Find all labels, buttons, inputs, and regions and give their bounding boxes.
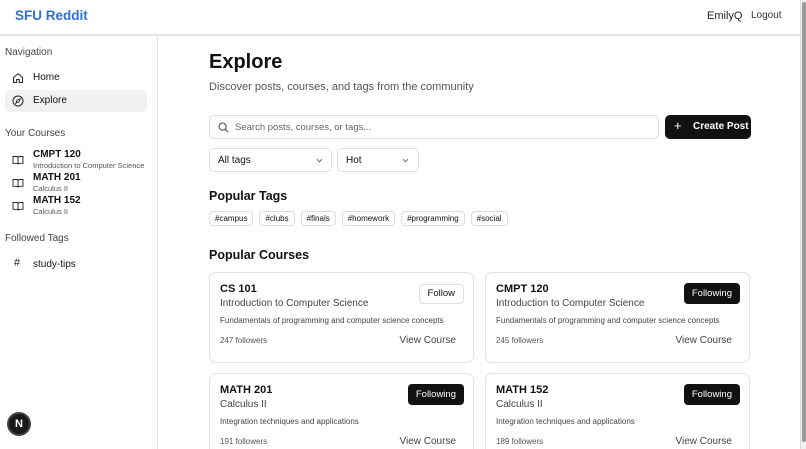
view-course-link[interactable]: View Course xyxy=(675,436,732,447)
popular-courses-heading: Popular Courses xyxy=(209,248,310,262)
tag-chip[interactable]: #social xyxy=(470,211,508,226)
sidebar-course-math152[interactable]: MATH 152 Calculus II xyxy=(5,195,157,219)
sidebar-tag-study-tips[interactable]: # study-tips xyxy=(5,254,147,276)
top-bar: SFU Reddit EmilyQ Logout xyxy=(0,0,800,36)
sidebar-course-math201[interactable]: MATH 201 Calculus II xyxy=(5,172,157,196)
page-scrollbar[interactable] xyxy=(800,0,806,449)
follower-count: 191 followers xyxy=(220,437,268,446)
follow-button[interactable]: Follow xyxy=(418,284,464,304)
tag-chip[interactable]: #homework xyxy=(341,211,396,226)
following-button[interactable]: Following xyxy=(683,283,740,304)
course-name: Calculus II xyxy=(220,399,267,410)
navigation-heading: Navigation xyxy=(5,47,53,58)
book-icon xyxy=(12,202,24,211)
course-code: CMPT 120 xyxy=(33,149,81,160)
course-code: MATH 201 xyxy=(33,172,81,183)
course-card-math201[interactable]: MATH 201 Calculus II Integration techniq… xyxy=(209,373,474,449)
book-icon xyxy=(12,179,24,188)
course-code: MATH 201 xyxy=(220,384,273,396)
course-name: Introduction to Computer Science xyxy=(220,298,369,309)
course-name: Calculus II xyxy=(33,184,69,193)
popular-tags-list: #campus #clubs #finals #homework #progra… xyxy=(209,211,508,227)
book-icon xyxy=(12,156,24,165)
course-code: CS 101 xyxy=(220,283,257,295)
hash-icon: # xyxy=(14,257,21,269)
sort-select[interactable]: Hot xyxy=(337,148,419,172)
sidebar-course-cmpt120[interactable]: CMPT 120 Introduction to Computer Scienc… xyxy=(5,149,157,173)
page-subtitle: Discover posts, courses, and tags from t… xyxy=(209,81,474,93)
search-input[interactable] xyxy=(235,119,650,135)
course-card-cmpt120[interactable]: CMPT 120 Introduction to Computer Scienc… xyxy=(485,272,750,363)
chevron-down-icon xyxy=(402,158,409,163)
course-name: Introduction to Computer Science xyxy=(33,161,145,170)
tag-filter-select[interactable]: All tags xyxy=(209,148,332,172)
main-content: Explore Discover posts, courses, and tag… xyxy=(158,37,800,449)
follower-count: 247 followers xyxy=(220,336,268,345)
following-button[interactable]: Following xyxy=(683,384,740,405)
sidebar-item-label: Home xyxy=(33,72,60,83)
search-icon xyxy=(218,122,229,133)
tag-chip[interactable]: #clubs xyxy=(259,211,295,226)
tag-chip[interactable]: #programming xyxy=(401,211,465,226)
dev-tools-button[interactable]: N xyxy=(7,412,31,436)
plus-icon: + xyxy=(674,118,682,133)
scrollbar-thumb[interactable] xyxy=(802,2,806,442)
search-box[interactable] xyxy=(209,115,659,139)
view-course-link[interactable]: View Course xyxy=(399,436,456,447)
course-card-cs101[interactable]: CS 101 Introduction to Computer Science … xyxy=(209,272,474,363)
username[interactable]: EmilyQ xyxy=(707,10,742,22)
logout-link[interactable]: Logout xyxy=(751,10,782,21)
create-post-button[interactable]: + Create Post xyxy=(665,115,751,139)
view-course-link[interactable]: View Course xyxy=(399,335,456,346)
tag-chip[interactable]: #finals xyxy=(300,211,336,226)
page-title: Explore xyxy=(209,51,283,73)
following-button[interactable]: Following xyxy=(407,384,464,405)
tag-filter-value: All tags xyxy=(218,155,251,166)
sidebar-item-explore[interactable]: Explore xyxy=(5,90,147,112)
course-code: CMPT 120 xyxy=(496,283,549,295)
course-code: MATH 152 xyxy=(496,384,549,396)
follower-count: 189 followers xyxy=(496,437,544,446)
course-description: Fundamentals of programming and computer… xyxy=(220,316,444,325)
follower-count: 245 followers xyxy=(496,336,544,345)
course-description: Fundamentals of programming and computer… xyxy=(496,316,720,325)
course-description: Integration techniques and applications xyxy=(220,417,359,426)
sidebar-tag-label: study-tips xyxy=(33,259,76,270)
your-courses-heading: Your Courses xyxy=(5,128,66,139)
view-course-link[interactable]: View Course xyxy=(675,335,732,346)
chevron-down-icon xyxy=(316,158,323,163)
sidebar: Navigation Home Explore Your Courses CMP… xyxy=(0,37,158,449)
create-post-label: Create Post xyxy=(693,121,749,132)
sidebar-item-label: Explore xyxy=(33,95,67,106)
course-name: Calculus II xyxy=(496,399,543,410)
followed-tags-heading: Followed Tags xyxy=(5,233,69,244)
course-card-math152[interactable]: MATH 152 Calculus II Integration techniq… xyxy=(485,373,750,449)
sort-value: Hot xyxy=(346,155,362,166)
popular-tags-heading: Popular Tags xyxy=(209,189,288,203)
course-description: Integration techniques and applications xyxy=(496,417,635,426)
course-name: Introduction to Computer Science xyxy=(496,298,645,309)
home-icon xyxy=(13,73,23,83)
tag-chip[interactable]: #campus xyxy=(209,211,254,226)
compass-icon xyxy=(12,95,24,107)
brand-logo[interactable]: SFU Reddit xyxy=(15,8,88,23)
sidebar-item-home[interactable]: Home xyxy=(5,67,147,89)
course-name: Calculus II xyxy=(33,207,69,216)
course-code: MATH 152 xyxy=(33,195,81,206)
